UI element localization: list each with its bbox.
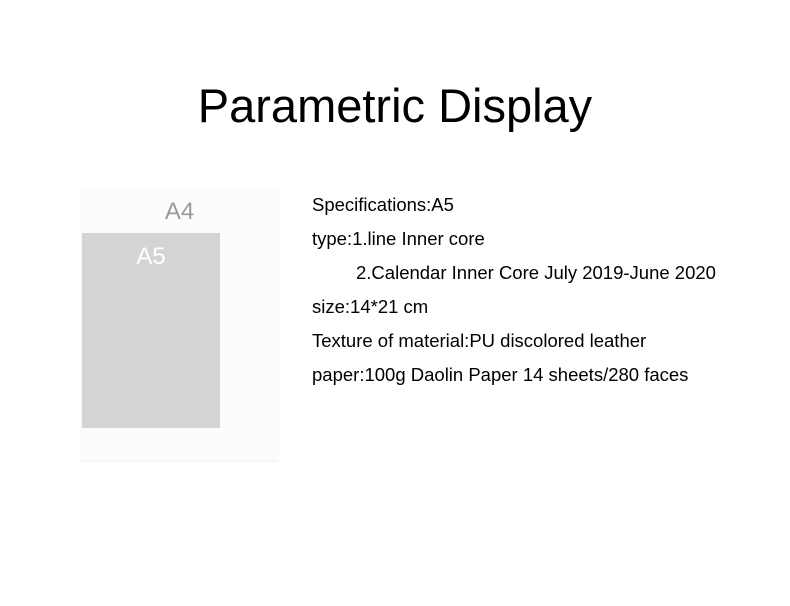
spec-type-1: type:1.line Inner core bbox=[312, 222, 716, 256]
a5-label: A5 bbox=[82, 243, 220, 271]
a5-sheet: A5 bbox=[82, 233, 220, 428]
a4-label: A4 bbox=[82, 198, 277, 226]
spec-type-2: 2.Calendar Inner Core July 2019-June 202… bbox=[312, 256, 716, 290]
specifications-list: Specifications:A5 type:1.line Inner core… bbox=[312, 188, 716, 392]
spec-paper: paper:100g Daolin Paper 14 sheets/280 fa… bbox=[312, 358, 716, 392]
size-comparison-diagram: A4 A5 bbox=[82, 188, 277, 460]
spec-texture: Texture of material:PU discolored leathe… bbox=[312, 324, 716, 358]
page-title: Parametric Display bbox=[0, 78, 790, 133]
spec-size: size:14*21 cm bbox=[312, 290, 716, 324]
spec-specifications: Specifications:A5 bbox=[312, 188, 716, 222]
content-area: A4 A5 Specifications:A5 type:1.line Inne… bbox=[82, 188, 716, 460]
